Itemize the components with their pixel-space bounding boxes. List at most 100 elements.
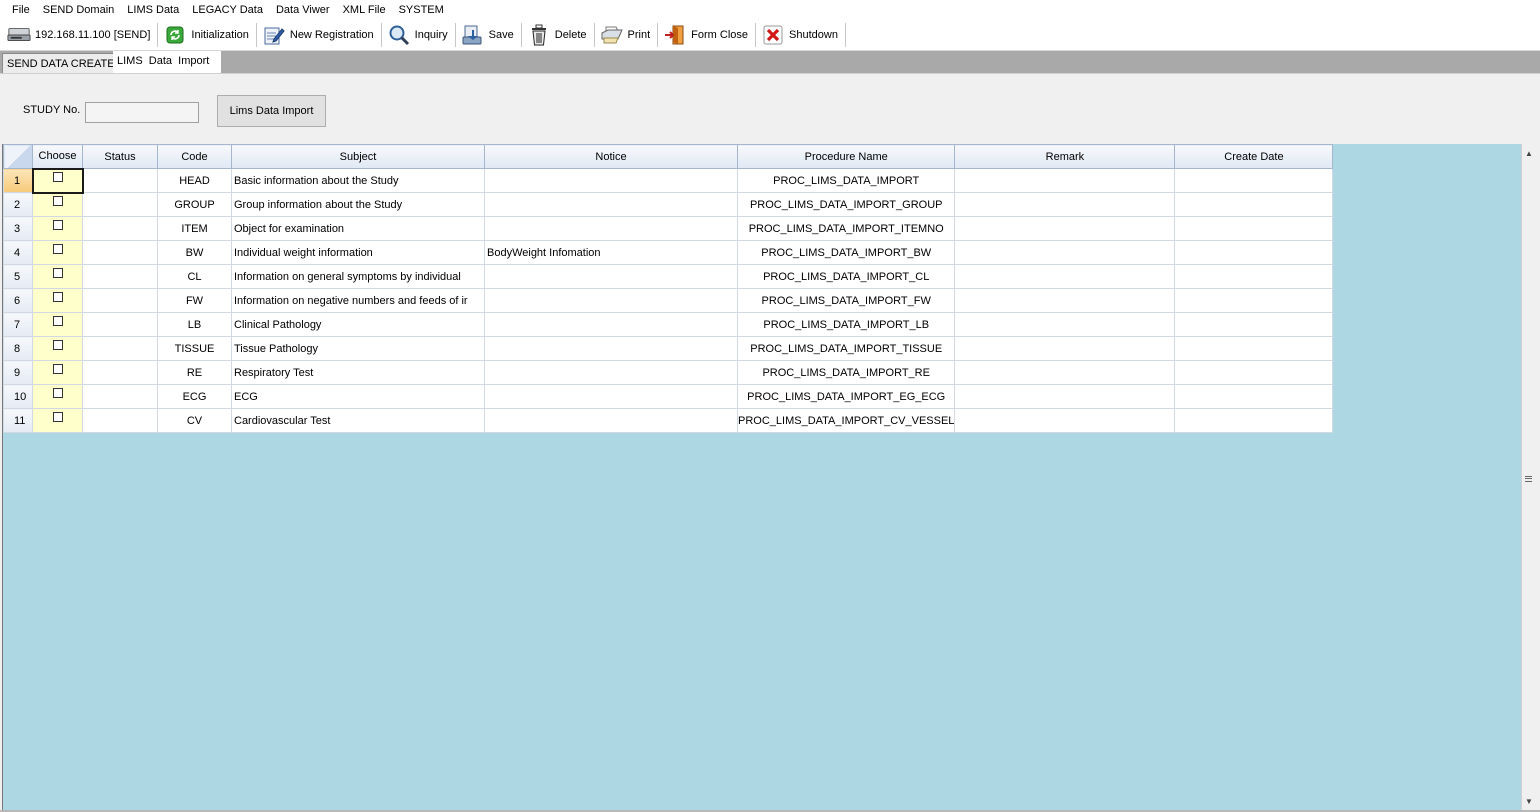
row-number[interactable]: 9 bbox=[3, 360, 33, 385]
choose-cell[interactable] bbox=[31, 167, 84, 194]
status-cell[interactable] bbox=[82, 288, 158, 313]
menu-data-viewer[interactable]: Data Viwer bbox=[270, 0, 337, 20]
row-number[interactable]: 11 bbox=[3, 408, 33, 433]
subject-cell[interactable]: ECG bbox=[231, 384, 485, 409]
choose-checkbox[interactable] bbox=[52, 196, 63, 207]
code-cell[interactable]: ECG bbox=[157, 384, 232, 409]
procedure-name-cell[interactable]: PROC_LIMS_DATA_IMPORT_GROUP bbox=[736, 192, 956, 217]
print-button[interactable]: Print bbox=[597, 21, 656, 49]
notice-cell[interactable] bbox=[484, 288, 738, 313]
column-header-procedure-name[interactable]: Procedure Name bbox=[736, 144, 956, 169]
row-number[interactable]: 2 bbox=[3, 192, 33, 217]
study-no-input[interactable] bbox=[85, 102, 199, 123]
choose-checkbox[interactable] bbox=[52, 172, 63, 182]
row-number[interactable]: 4 bbox=[3, 240, 33, 265]
row-number[interactable]: 3 bbox=[3, 216, 33, 241]
create-date-cell[interactable] bbox=[1174, 216, 1334, 241]
scroll-down-arrow-icon[interactable]: ▼ bbox=[1523, 794, 1535, 808]
table-row[interactable]: 5 CL Information on general symptoms by in… bbox=[3, 264, 1334, 289]
status-cell[interactable] bbox=[82, 240, 158, 265]
table-row[interactable]: 8 TISSUE Tissue Pathology PROC_LIMS_DATA_IM… bbox=[3, 336, 1334, 361]
code-cell[interactable]: HEAD bbox=[157, 168, 232, 193]
menu-system[interactable]: SYSTEM bbox=[393, 0, 451, 20]
status-cell[interactable] bbox=[82, 168, 158, 193]
remark-cell[interactable] bbox=[954, 408, 1176, 433]
choose-cell[interactable] bbox=[32, 360, 83, 385]
row-number[interactable]: 1 bbox=[3, 168, 33, 193]
shutdown-button[interactable]: Shutdown bbox=[758, 21, 843, 49]
choose-checkbox[interactable] bbox=[52, 244, 63, 254]
menu-send-domain[interactable]: SEND Domain bbox=[37, 0, 122, 20]
procedure-name-cell[interactable]: PROC_LIMS_DATA_IMPORT_CV_VESSEL bbox=[736, 408, 956, 433]
notice-cell[interactable] bbox=[484, 336, 738, 361]
choose-checkbox[interactable] bbox=[52, 388, 63, 398]
choose-cell[interactable] bbox=[32, 192, 83, 217]
create-date-cell[interactable] bbox=[1174, 288, 1334, 313]
create-date-cell[interactable] bbox=[1174, 408, 1334, 433]
code-cell[interactable]: LB bbox=[157, 312, 232, 337]
subject-cell[interactable]: Group information about the Study bbox=[231, 192, 485, 217]
column-header-choose[interactable]: Choose bbox=[32, 144, 83, 169]
create-date-cell[interactable] bbox=[1174, 360, 1334, 385]
choose-cell[interactable] bbox=[32, 264, 83, 289]
table-row[interactable]: 6 FW Information on negative numbers and f… bbox=[3, 288, 1334, 313]
tab-lims-data-import[interactable]: LIMS Data Import bbox=[113, 51, 221, 73]
server-button[interactable]: 192.168.11.100 [SEND] bbox=[4, 21, 155, 49]
column-header-create-date[interactable]: Create Date bbox=[1174, 144, 1334, 169]
column-header-code[interactable]: Code bbox=[157, 144, 232, 169]
code-cell[interactable]: ITEM bbox=[157, 216, 232, 241]
menu-file[interactable]: File bbox=[6, 0, 37, 20]
inquiry-button[interactable]: Inquiry bbox=[384, 21, 453, 49]
row-number[interactable]: 7 bbox=[3, 312, 33, 337]
procedure-name-cell[interactable]: PROC_LIMS_DATA_IMPORT_BW bbox=[736, 240, 956, 265]
create-date-cell[interactable] bbox=[1174, 384, 1334, 409]
remark-cell[interactable] bbox=[954, 192, 1176, 217]
choose-checkbox[interactable] bbox=[52, 316, 63, 326]
delete-button[interactable]: Delete bbox=[524, 21, 592, 49]
notice-cell[interactable] bbox=[484, 384, 738, 409]
subject-cell[interactable]: Tissue Pathology bbox=[231, 336, 485, 361]
choose-cell[interactable] bbox=[32, 312, 83, 337]
subject-cell[interactable]: Cardiovascular Test bbox=[231, 408, 485, 433]
procedure-name-cell[interactable]: PROC_LIMS_DATA_IMPORT_TISSUE bbox=[736, 336, 956, 361]
procedure-name-cell[interactable]: PROC_LIMS_DATA_IMPORT_RE bbox=[736, 360, 956, 385]
initialization-button[interactable]: Initialization bbox=[160, 21, 253, 49]
code-cell[interactable]: TISSUE bbox=[157, 336, 232, 361]
code-cell[interactable]: BW bbox=[157, 240, 232, 265]
choose-cell[interactable] bbox=[32, 336, 83, 361]
choose-checkbox[interactable] bbox=[52, 292, 63, 302]
tab-send-data-create[interactable]: SEND DATA CREATE bbox=[2, 53, 120, 73]
notice-cell[interactable] bbox=[484, 264, 738, 289]
choose-checkbox[interactable] bbox=[52, 412, 63, 422]
subject-cell[interactable]: Object for examination bbox=[231, 216, 485, 241]
column-header-remark[interactable]: Remark bbox=[954, 144, 1176, 169]
create-date-cell[interactable] bbox=[1174, 264, 1334, 289]
column-header-notice[interactable]: Notice bbox=[484, 144, 738, 169]
notice-cell[interactable] bbox=[484, 192, 738, 217]
row-number[interactable]: 8 bbox=[3, 336, 33, 361]
menu-lims-data[interactable]: LIMS Data bbox=[121, 0, 186, 20]
code-cell[interactable]: FW bbox=[157, 288, 232, 313]
choose-cell[interactable] bbox=[32, 240, 83, 265]
code-cell[interactable]: GROUP bbox=[157, 192, 232, 217]
notice-cell[interactable] bbox=[484, 360, 738, 385]
status-cell[interactable] bbox=[82, 216, 158, 241]
new-registration-button[interactable]: New Registration bbox=[259, 21, 379, 49]
menu-legacy-data[interactable]: LEGACY Data bbox=[186, 0, 270, 20]
create-date-cell[interactable] bbox=[1174, 192, 1334, 217]
status-cell[interactable] bbox=[82, 336, 158, 361]
procedure-name-cell[interactable]: PROC_LIMS_DATA_IMPORT bbox=[736, 168, 956, 193]
choose-cell[interactable] bbox=[32, 216, 83, 241]
notice-cell[interactable]: BodyWeight Infomation bbox=[484, 240, 738, 265]
table-row[interactable]: 10 ECG ECG PROC_LIMS_DATA_IMPORT_EG_ECG bbox=[3, 384, 1334, 409]
notice-cell[interactable] bbox=[484, 408, 738, 433]
code-cell[interactable]: CV bbox=[157, 408, 232, 433]
choose-checkbox[interactable] bbox=[52, 364, 63, 374]
row-number[interactable]: 6 bbox=[3, 288, 33, 313]
column-header-subject[interactable]: Subject bbox=[231, 144, 485, 169]
status-cell[interactable] bbox=[82, 264, 158, 289]
scroll-up-arrow-icon[interactable]: ▲ bbox=[1523, 146, 1535, 160]
choose-checkbox[interactable] bbox=[52, 220, 63, 230]
remark-cell[interactable] bbox=[954, 360, 1176, 385]
table-row[interactable]: 7 LB Clinical Pathology PROC_LIMS_DATA_IMPO… bbox=[3, 312, 1334, 337]
